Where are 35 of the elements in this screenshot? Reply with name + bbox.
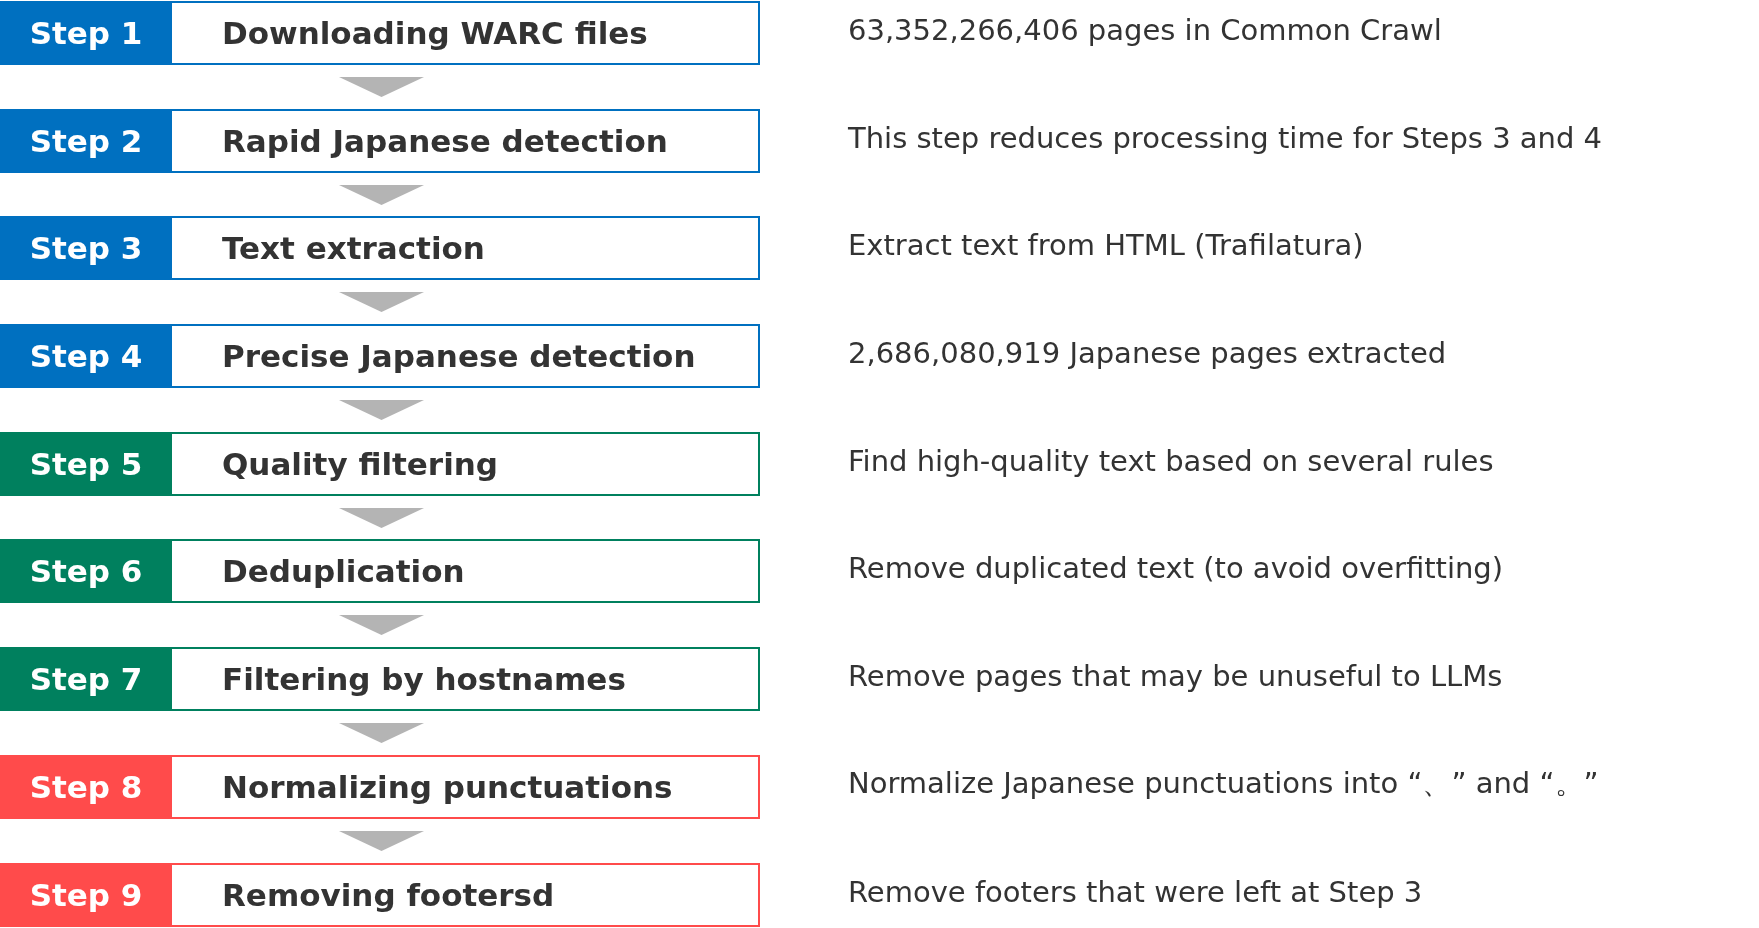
step-label: Step 2: [0, 108, 172, 173]
down-arrow-icon: [339, 292, 424, 313]
down-arrow-icon: [339, 830, 424, 851]
step-label: Step 6: [0, 539, 172, 604]
step-title: Rapid Japanese detection: [221, 121, 668, 161]
down-arrow-icon: [339, 615, 424, 636]
down-arrow-icon: [339, 399, 424, 420]
step-note: 63,352,266,406 pages in Common Crawl: [848, 13, 1442, 47]
step-label: Step 5: [0, 431, 172, 496]
down-arrow-icon: [339, 722, 424, 743]
step-label: Step 3: [0, 216, 172, 281]
step-title: Downloading WARC files: [221, 14, 648, 53]
step-note: Normalize Japanese punctuations into “、” and “。”: [848, 764, 1599, 802]
step-title: Filtering by hostnames: [221, 660, 626, 700]
step-title: Quality filtering: [221, 444, 499, 484]
step-note: Extract text from HTML (Trafilatura): [848, 228, 1364, 263]
down-arrow-icon: [339, 507, 424, 528]
step-label: Step 8: [0, 754, 172, 819]
step-title: Removing footersd: [221, 875, 555, 915]
step-label: Step 4: [0, 324, 172, 389]
step-note: This step reduces processing time for Steps 3 and 4: [848, 120, 1603, 155]
step-label: Step 1: [0, 1, 172, 65]
step-title: Precise Japanese detection: [221, 337, 696, 377]
step-note: Remove duplicated text (to avoid overfitting): [848, 551, 1504, 586]
step-note: Find high-quality text based on several rules: [848, 443, 1494, 478]
step-title: Text extraction: [221, 229, 485, 269]
step-note: 2,686,080,919 Japanese pages extracted: [848, 336, 1447, 371]
step-title: Deduplication: [221, 552, 465, 592]
down-arrow-icon: [339, 76, 424, 97]
step-title: Normalizing punctuations: [221, 767, 673, 807]
step-note: Remove footers that were left at Step 3: [848, 874, 1423, 909]
step-label: Step 9: [0, 862, 172, 927]
step-label: Step 7: [0, 647, 172, 712]
step-note: Remove pages that may be unuseful to LLMs: [848, 659, 1503, 694]
down-arrow-icon: [339, 184, 424, 205]
